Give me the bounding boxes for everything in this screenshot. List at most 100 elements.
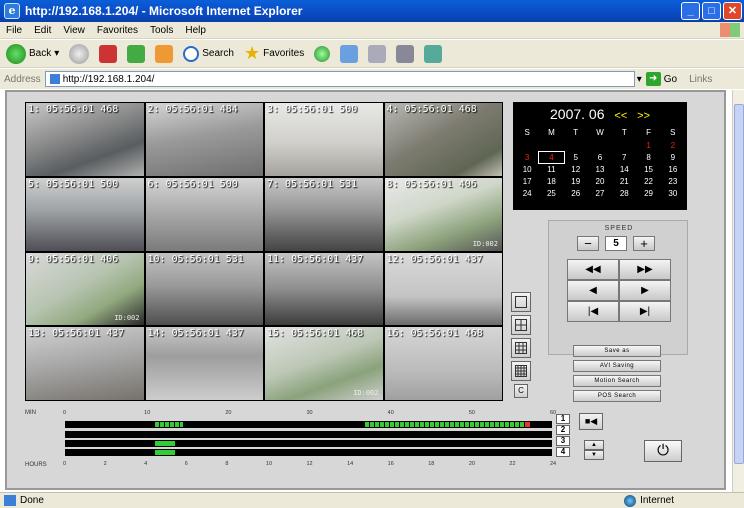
camera-tile[interactable]: 15: 05:56:01 468 ID:002 xyxy=(265,327,383,400)
calendar-day[interactable]: 10 xyxy=(515,164,539,175)
messenger-icon[interactable] xyxy=(424,44,443,63)
calendar-day[interactable]: 24 xyxy=(515,188,539,199)
camera-tile[interactable]: 7: 05:56:01 531 xyxy=(265,177,383,251)
camera-tile[interactable]: 3: 05:56:01 500 xyxy=(265,103,383,176)
camera-record-button[interactable]: ■◀ xyxy=(579,413,603,430)
favorites-button[interactable]: ★ Favorites xyxy=(244,43,304,64)
calendar-day[interactable]: 28 xyxy=(612,188,636,199)
timeline-track-3[interactable] xyxy=(65,440,552,447)
timeline-track-1[interactable] xyxy=(65,421,552,428)
camera-tile[interactable]: 16: 05:56:01 468 xyxy=(384,327,502,400)
calendar-day[interactable]: 20 xyxy=(588,176,612,187)
menu-help[interactable]: Help xyxy=(185,25,206,36)
calendar-day[interactable]: 18 xyxy=(539,176,563,187)
layout-16-button[interactable] xyxy=(511,361,531,381)
camera-tile[interactable]: 12: 05:56:01 437 xyxy=(384,252,502,326)
calendar-day[interactable]: 22 xyxy=(636,176,660,187)
skip-to-start-button[interactable]: |◀ xyxy=(567,301,619,322)
calendar-day[interactable]: 17 xyxy=(515,176,539,187)
calendar-day[interactable]: 29 xyxy=(636,188,660,199)
camera-tile[interactable]: 8: 05:56:01 406 ID:002 xyxy=(384,177,502,251)
save-as-button[interactable]: Save as xyxy=(573,345,661,357)
home-icon[interactable] xyxy=(155,44,174,63)
back-dropdown-icon[interactable]: ▾ xyxy=(54,48,59,59)
stop-icon[interactable] xyxy=(99,44,118,63)
menu-tools[interactable]: Tools xyxy=(150,25,173,36)
calendar-day[interactable]: 15 xyxy=(636,164,660,175)
minimize-button[interactable]: _ xyxy=(681,2,700,20)
scrollbar-thumb[interactable] xyxy=(734,104,744,464)
channel-4-button[interactable]: 4 xyxy=(556,447,570,457)
address-dropdown-icon[interactable]: ▾ xyxy=(637,74,642,85)
calendar-day[interactable]: 3 xyxy=(515,152,539,163)
fast-forward-button[interactable]: ▶▶ xyxy=(619,259,671,280)
calendar-day[interactable]: 6 xyxy=(588,152,612,163)
close-button[interactable]: ✕ xyxy=(723,2,742,20)
channel-up-button[interactable]: ▲ xyxy=(584,440,604,450)
channel-3-button[interactable]: 3 xyxy=(556,436,570,446)
channel-1-button[interactable]: 1 xyxy=(556,414,570,424)
layout-custom-button[interactable]: C xyxy=(514,384,528,398)
refresh-icon[interactable] xyxy=(127,44,146,63)
play-reverse-button[interactable]: ◀ xyxy=(567,280,619,301)
play-button[interactable]: ▶ xyxy=(619,280,671,301)
go-button[interactable]: ➜ Go xyxy=(645,72,677,86)
forward-arrow-icon[interactable] xyxy=(69,43,90,64)
calendar-day[interactable]: 8 xyxy=(636,152,660,163)
camera-tile[interactable]: 11: 05:56:01 437 xyxy=(265,252,383,326)
calendar-day[interactable]: 1 xyxy=(636,140,660,151)
layout-9-button[interactable] xyxy=(511,338,531,358)
fast-rewind-button[interactable]: ◀◀ xyxy=(567,259,619,280)
calendar-day[interactable]: 13 xyxy=(588,164,612,175)
camera-tile[interactable]: 9: 05:56:01 406 ID:002 xyxy=(26,252,144,326)
address-input[interactable]: http://192.168.1.204/ xyxy=(44,71,635,87)
calendar-day[interactable]: 7 xyxy=(612,152,636,163)
speed-decrease-button[interactable]: − xyxy=(577,236,599,251)
history-icon[interactable] xyxy=(340,44,359,63)
vertical-scrollbar[interactable] xyxy=(732,90,744,492)
channel-down-button[interactable]: ▼ xyxy=(584,450,604,460)
menu-file[interactable]: File xyxy=(6,25,22,36)
links-button[interactable]: Links xyxy=(689,74,712,85)
speed-increase-button[interactable]: + xyxy=(633,236,655,251)
maximize-button[interactable]: □ xyxy=(702,2,721,20)
calendar-day[interactable]: 25 xyxy=(539,188,563,199)
calendar-day[interactable]: 2 xyxy=(661,140,685,151)
search-button[interactable]: Search xyxy=(183,45,234,62)
menu-favorites[interactable]: Favorites xyxy=(97,25,138,36)
menu-edit[interactable]: Edit xyxy=(34,25,51,36)
camera-tile[interactable]: 6: 05:56:01 500 xyxy=(145,177,263,251)
calendar-prev-button[interactable]: << xyxy=(614,110,627,122)
skip-to-end-button[interactable]: ▶| xyxy=(619,301,671,322)
calendar-day[interactable]: 30 xyxy=(661,188,685,199)
avi-saving-button[interactable]: AVI Saving xyxy=(573,360,661,372)
camera-tile[interactable]: 10: 05:56:01 531 xyxy=(145,252,263,326)
print-icon[interactable] xyxy=(396,44,415,63)
calendar-next-button[interactable]: >> xyxy=(637,110,650,122)
calendar-day[interactable]: 19 xyxy=(564,176,588,187)
camera-tile[interactable]: 5: 05:56:01 500 xyxy=(26,177,144,251)
calendar-day[interactable]: 5 xyxy=(564,152,588,163)
layout-4-button[interactable] xyxy=(511,315,531,335)
calendar-day[interactable]: 21 xyxy=(612,176,636,187)
mail-icon[interactable] xyxy=(368,44,387,63)
camera-tile[interactable]: 13: 05:56:01 437 xyxy=(26,327,144,400)
calendar-day[interactable]: 23 xyxy=(661,176,685,187)
calendar-day[interactable]: 9 xyxy=(661,152,685,163)
calendar-day[interactable]: 12 xyxy=(564,164,588,175)
media-icon[interactable] xyxy=(314,45,331,62)
calendar-day[interactable]: 4 xyxy=(538,151,565,164)
timeline-track-4[interactable] xyxy=(65,449,552,456)
pos-search-button[interactable]: POS Search xyxy=(573,390,661,402)
motion-search-button[interactable]: Motion Search xyxy=(573,375,661,387)
calendar-day[interactable]: 26 xyxy=(564,188,588,199)
calendar-day[interactable]: 14 xyxy=(612,164,636,175)
camera-tile[interactable]: 4: 05:56:01 468 xyxy=(384,103,502,176)
back-button[interactable]: Back ▾ xyxy=(6,43,59,64)
timeline-track-2[interactable] xyxy=(65,431,552,438)
channel-2-button[interactable]: 2 xyxy=(556,425,570,435)
calendar-day[interactable]: 27 xyxy=(588,188,612,199)
layout-1-button[interactable] xyxy=(511,292,531,312)
calendar-day[interactable]: 16 xyxy=(661,164,685,175)
calendar-day[interactable]: 11 xyxy=(539,164,563,175)
